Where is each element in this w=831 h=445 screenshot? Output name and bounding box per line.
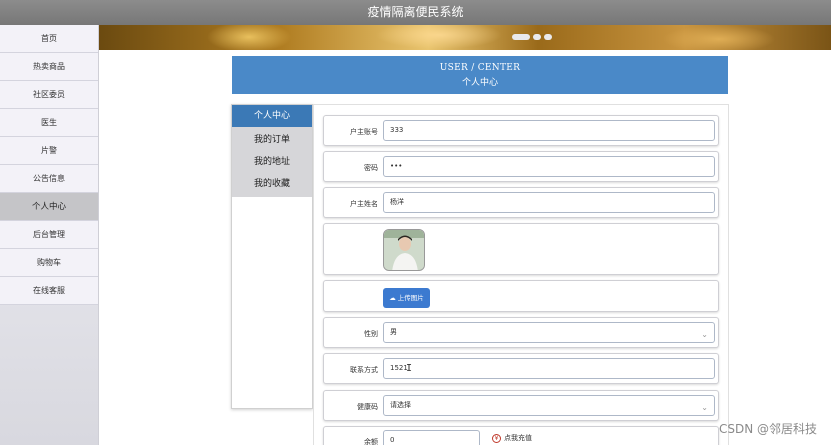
sidebar-item-police[interactable]: 片警 <box>0 137 98 165</box>
app-title-bar: 疫情隔离便民系统 <box>0 0 831 25</box>
phone-label: 联系方式 <box>350 366 378 374</box>
text-cursor-icon: I <box>406 363 413 374</box>
sidebar-item-home[interactable]: 首页 <box>0 25 98 53</box>
gender-value: 男 <box>390 328 397 336</box>
phone-row: 联系方式 1521 I <box>323 353 719 384</box>
health-code-select[interactable]: 请选择 ⌄ <box>383 395 715 416</box>
tab-my-favorites[interactable]: 我的收藏 <box>232 173 312 195</box>
upload-button-label: 上传图片 <box>397 294 424 302</box>
tab-my-orders[interactable]: 我的订单 <box>232 129 312 151</box>
upload-row: ☁ 上传图片 <box>323 280 719 312</box>
name-label: 户主姓名 <box>350 200 378 208</box>
gender-select[interactable]: 男 ⌄ <box>383 322 715 343</box>
user-center-title-cn: 个人中心 <box>461 78 498 88</box>
avatar[interactable] <box>383 229 425 271</box>
profile-form: 户主账号 333 密码 ••• 户主姓名 杨洋 ☁ 上传图片 性别 男 ⌄ 联系… <box>313 104 729 445</box>
sidebar-item-doctor[interactable]: 医生 <box>0 109 98 137</box>
recharge-link[interactable]: ¥ 点我充值 <box>492 433 532 443</box>
watermark: CSDN @邻居科技 <box>718 422 817 436</box>
password-input[interactable]: ••• <box>383 156 715 177</box>
app-title: 疫情隔离便民系统 <box>367 5 464 19</box>
cloud-upload-icon: ☁ <box>389 294 396 302</box>
recharge-icon: ¥ <box>492 433 501 443</box>
balance-row: 余额 0 ¥ 点我充值 <box>323 426 719 445</box>
sidebar-item-admin[interactable]: 后台管理 <box>0 221 98 249</box>
account-row: 户主账号 333 <box>323 115 719 146</box>
gender-row: 性别 男 ⌄ <box>323 317 719 348</box>
phone-input[interactable]: 1521 I <box>383 358 715 379</box>
upload-image-button[interactable]: ☁ 上传图片 <box>383 288 430 308</box>
balance-input[interactable]: 0 <box>383 430 480 445</box>
account-label: 户主账号 <box>350 128 378 136</box>
name-row: 户主姓名 杨洋 <box>323 187 719 218</box>
name-input[interactable]: 杨洋 <box>383 192 715 213</box>
tab-user-center[interactable]: 个人中心 <box>232 105 312 127</box>
sidebar-item-notices[interactable]: 公告信息 <box>0 165 98 193</box>
account-input[interactable]: 333 <box>383 120 715 141</box>
health-code-value: 请选择 <box>390 401 411 409</box>
health-code-row: 健康码 请选择 ⌄ <box>323 390 719 421</box>
sidebar-item-cart[interactable]: 购物车 <box>0 249 98 277</box>
gender-label: 性别 <box>364 330 378 338</box>
carousel-dot[interactable] <box>512 34 530 40</box>
user-center-tabs: 个人中心 我的订单 我的地址 我的收藏 <box>231 104 313 409</box>
sidebar-item-committee[interactable]: 社区委员 <box>0 81 98 109</box>
user-center-header: USER / CENTER 个人中心 <box>232 56 728 94</box>
sidebar: 首页 热卖商品 社区委员 医生 片警 公告信息 个人中心 后台管理 购物车 在线… <box>0 25 99 445</box>
password-label: 密码 <box>364 164 378 172</box>
recharge-label: 点我充值 <box>504 434 532 442</box>
chevron-down-icon: ⌄ <box>701 330 708 339</box>
balance-label: 余额 <box>364 438 378 445</box>
tab-group: 我的订单 我的地址 我的收藏 <box>232 127 312 197</box>
banner-carousel <box>99 25 831 50</box>
user-center-title-en: USER / CENTER <box>439 63 521 73</box>
sidebar-item-online-service[interactable]: 在线客服 <box>0 277 98 305</box>
chevron-down-icon: ⌄ <box>701 403 708 412</box>
carousel-dot[interactable] <box>533 34 541 40</box>
password-row: 密码 ••• <box>323 151 719 182</box>
sidebar-item-hot-products[interactable]: 热卖商品 <box>0 53 98 81</box>
tab-my-address[interactable]: 我的地址 <box>232 151 312 173</box>
sidebar-item-user-center[interactable]: 个人中心 <box>0 193 98 221</box>
carousel-dot[interactable] <box>544 34 552 40</box>
avatar-photo-icon <box>384 230 424 270</box>
health-code-label: 健康码 <box>357 403 378 411</box>
avatar-row <box>323 223 719 275</box>
carousel-indicators <box>512 34 552 40</box>
